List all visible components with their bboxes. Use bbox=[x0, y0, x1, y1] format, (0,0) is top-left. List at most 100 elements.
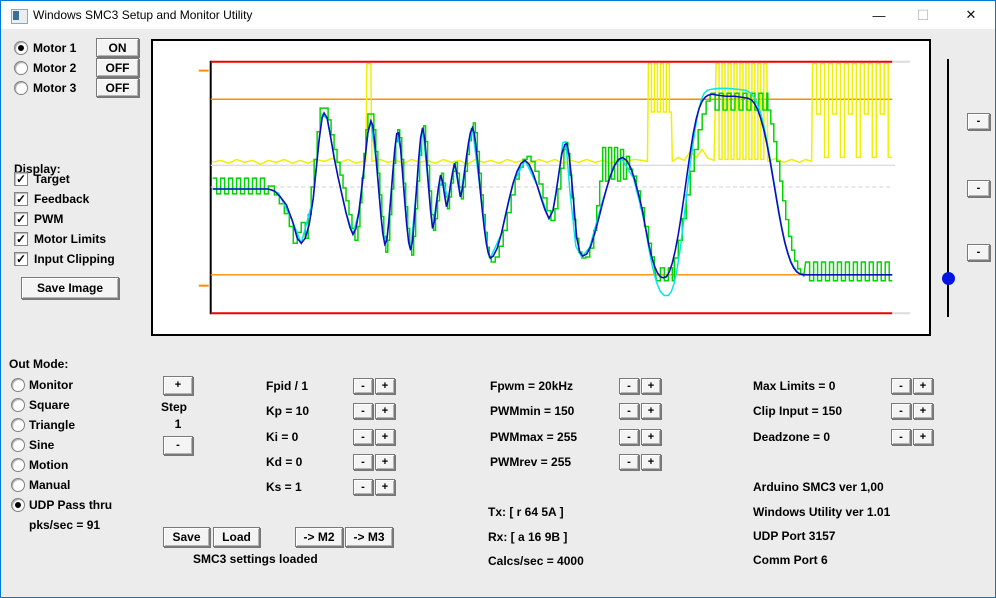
out-mode-manual-radio[interactable] bbox=[11, 478, 25, 492]
ki-minus-button[interactable]: - bbox=[353, 429, 373, 445]
settings-status-text: SMC3 settings loaded bbox=[193, 552, 318, 566]
tx-readout: Tx: [ r 64 5A ] bbox=[488, 505, 564, 519]
motor-1-radio[interactable] bbox=[14, 41, 28, 55]
kp-minus-button[interactable]: - bbox=[353, 403, 373, 419]
fpwm-label: Fpwm = 20kHz bbox=[490, 379, 573, 393]
fpid-label: Fpid / 1 bbox=[266, 379, 308, 393]
scope-plot bbox=[151, 39, 931, 336]
motor-2-off-button[interactable]: OFF bbox=[96, 58, 139, 77]
pks-per-sec-value: pks/sec = 91 bbox=[29, 518, 100, 532]
pwmmin-label: PWMmin = 150 bbox=[490, 404, 574, 418]
input-clipping-checkbox[interactable]: ✓ bbox=[14, 252, 28, 266]
max-limits-plus-button[interactable]: + bbox=[913, 378, 933, 394]
deadzone-plus-button[interactable]: + bbox=[913, 429, 933, 445]
kd-label: Kd = 0 bbox=[266, 455, 302, 469]
motor-3-off-button[interactable]: OFF bbox=[96, 78, 139, 97]
ks-minus-button[interactable]: - bbox=[353, 479, 373, 495]
utility-version-text: Windows Utility ver 1.01 bbox=[753, 505, 890, 519]
feedback-checkbox-label: Feedback bbox=[34, 192, 89, 206]
ki-plus-button[interactable]: + bbox=[375, 429, 395, 445]
feedback-trace-blue bbox=[213, 94, 892, 277]
out-mode-triangle-radio[interactable] bbox=[11, 418, 25, 432]
app-icon bbox=[11, 9, 28, 24]
ki-label: Ki = 0 bbox=[266, 430, 298, 444]
deadzone-minus-button[interactable]: - bbox=[891, 429, 911, 445]
kd-minus-button[interactable]: - bbox=[353, 454, 373, 470]
save-image-button[interactable]: Save Image bbox=[21, 277, 119, 299]
comm-port-text: Comm Port 6 bbox=[753, 553, 828, 567]
kd-plus-button[interactable]: + bbox=[375, 454, 395, 470]
out-mode-motion-radio[interactable] bbox=[11, 458, 25, 472]
out-mode-section-label: Out Mode: bbox=[9, 357, 68, 371]
scale-minus-button-3[interactable]: - bbox=[967, 244, 990, 261]
motor-1-on-button[interactable]: ON bbox=[96, 38, 139, 57]
pwmrev-label: PWMrev = 255 bbox=[490, 455, 571, 469]
out-mode-udp-label: UDP Pass thru bbox=[29, 498, 112, 512]
motor-2-label: Motor 2 bbox=[33, 61, 76, 75]
step-minus-button[interactable]: - bbox=[163, 436, 193, 455]
fpwm-plus-button[interactable]: + bbox=[641, 378, 661, 394]
clip-input-label: Clip Input = 150 bbox=[753, 404, 842, 418]
motor-3-radio[interactable] bbox=[14, 81, 28, 95]
window-title: Windows SMC3 Setup and Monitor Utility bbox=[33, 8, 252, 22]
motor-3-label: Motor 3 bbox=[33, 81, 76, 95]
pwmrev-plus-button[interactable]: + bbox=[641, 454, 661, 470]
scope-plot-svg bbox=[153, 41, 929, 334]
minimize-button[interactable]: — bbox=[863, 1, 895, 29]
feedback-checkbox[interactable]: ✓ bbox=[14, 192, 28, 206]
title-bar: Windows SMC3 Setup and Monitor Utility —… bbox=[1, 1, 995, 29]
copy-to-m2-button[interactable]: -> M2 bbox=[295, 527, 343, 547]
scale-minus-button-1[interactable]: - bbox=[967, 113, 990, 130]
pwmmin-minus-button[interactable]: - bbox=[619, 403, 639, 419]
ks-label: Ks = 1 bbox=[266, 480, 302, 494]
save-settings-button[interactable]: Save bbox=[163, 527, 210, 547]
pwm-trace-yellow bbox=[213, 64, 892, 165]
target-checkbox[interactable]: ✓ bbox=[14, 172, 28, 186]
motor-limits-checkbox[interactable]: ✓ bbox=[14, 232, 28, 246]
scale-slider-thumb[interactable] bbox=[942, 272, 955, 285]
pwmmax-plus-button[interactable]: + bbox=[641, 429, 661, 445]
step-label: Step bbox=[161, 400, 187, 414]
close-button[interactable]: ✕ bbox=[951, 1, 991, 29]
ks-plus-button[interactable]: + bbox=[375, 479, 395, 495]
pwmmin-plus-button[interactable]: + bbox=[641, 403, 661, 419]
maximize-button[interactable]: ☐ bbox=[907, 1, 939, 29]
app-window: Windows SMC3 Setup and Monitor Utility —… bbox=[0, 0, 996, 598]
out-mode-manual-label: Manual bbox=[29, 478, 70, 492]
kp-plus-button[interactable]: + bbox=[375, 403, 395, 419]
arduino-version-text: Arduino SMC3 ver 1,00 bbox=[753, 480, 884, 494]
pwm-checkbox[interactable]: ✓ bbox=[14, 212, 28, 226]
fpwm-minus-button[interactable]: - bbox=[619, 378, 639, 394]
calcs-per-sec-readout: Calcs/sec = 4000 bbox=[488, 554, 584, 568]
rx-readout: Rx: [ a 16 9B ] bbox=[488, 530, 567, 544]
max-limits-label: Max Limits = 0 bbox=[753, 379, 835, 393]
copy-to-m3-button[interactable]: -> M3 bbox=[345, 527, 393, 547]
load-settings-button[interactable]: Load bbox=[213, 527, 260, 547]
kp-label: Kp = 10 bbox=[266, 404, 309, 418]
out-mode-triangle-label: Triangle bbox=[29, 418, 75, 432]
out-mode-motion-label: Motion bbox=[29, 458, 68, 472]
clip-input-plus-button[interactable]: + bbox=[913, 403, 933, 419]
motor-limits-checkbox-label: Motor Limits bbox=[34, 232, 106, 246]
motor-2-radio[interactable] bbox=[14, 61, 28, 75]
out-mode-monitor-label: Monitor bbox=[29, 378, 73, 392]
out-mode-square-label: Square bbox=[29, 398, 70, 412]
scale-minus-button-2[interactable]: - bbox=[967, 180, 990, 197]
clip-input-minus-button[interactable]: - bbox=[891, 403, 911, 419]
step-value: 1 bbox=[163, 417, 193, 431]
pwmrev-minus-button[interactable]: - bbox=[619, 454, 639, 470]
pwm-checkbox-label: PWM bbox=[34, 212, 63, 226]
fpid-minus-button[interactable]: - bbox=[353, 378, 373, 394]
max-limits-minus-button[interactable]: - bbox=[891, 378, 911, 394]
motor-1-label: Motor 1 bbox=[33, 41, 76, 55]
pwmmax-minus-button[interactable]: - bbox=[619, 429, 639, 445]
out-mode-sine-radio[interactable] bbox=[11, 438, 25, 452]
input-clipping-checkbox-label: Input Clipping bbox=[34, 252, 115, 266]
step-plus-button[interactable]: + bbox=[163, 376, 193, 395]
deadzone-label: Deadzone = 0 bbox=[753, 430, 830, 444]
out-mode-square-radio[interactable] bbox=[11, 398, 25, 412]
udp-port-text: UDP Port 3157 bbox=[753, 529, 835, 543]
out-mode-monitor-radio[interactable] bbox=[11, 378, 25, 392]
fpid-plus-button[interactable]: + bbox=[375, 378, 395, 394]
out-mode-udp-radio[interactable] bbox=[11, 498, 25, 512]
